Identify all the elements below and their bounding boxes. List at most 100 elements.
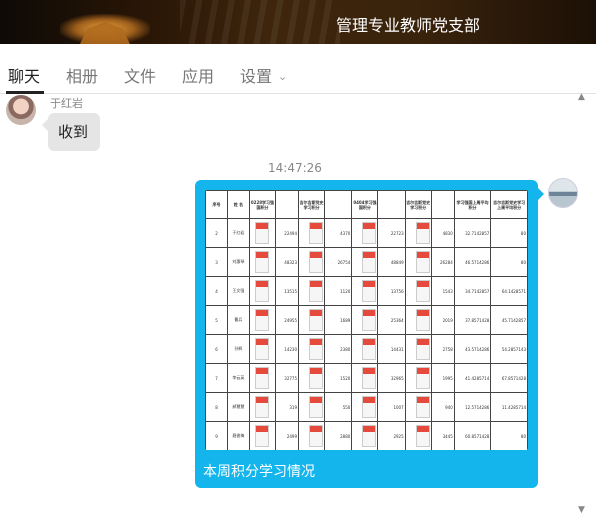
table-cell [248,247,277,277]
tab-files[interactable]: 文件 [124,63,156,87]
table-cell: 1543 [430,276,455,306]
table-cell: 2758 [430,334,455,364]
table-header-cell: 姓 名 [226,190,250,219]
table-cell [351,392,379,422]
group-banner: 管理专业教师党支部 [0,0,596,44]
table-cell [248,218,277,248]
screenshot-thumbnail [362,308,377,331]
table-cell: 80 [490,421,528,450]
table-cell: 聂俊梅 [226,421,250,450]
screenshot-thumbnail [309,366,324,389]
table-cell [248,392,277,422]
table-cell [298,421,326,450]
table-cell: 1520 [324,363,353,393]
table-cell: 64.1428571 [490,276,528,306]
screenshot-thumbnail [309,395,324,418]
table-header-cell: 吉尔吉斯党史学习积分 [298,190,326,219]
screenshot-thumbnail [255,424,270,447]
tab-settings[interactable]: 设置 ⌄ [240,63,287,87]
table-cell [351,247,379,277]
table-cell: 32.7142857 [453,218,492,248]
table-cell [351,305,379,335]
sender-name: 于红岩 [50,97,83,110]
table-cell [404,421,432,450]
screenshot-thumbnail [309,221,324,244]
table-cell: 940 [430,392,455,422]
tab-album[interactable]: 相册 [66,63,98,87]
message-timestamp: 14:47:26 [268,161,322,175]
screenshot-thumbnail [415,279,430,302]
group-title: 管理专业教师党支部 [336,16,481,35]
table-cell: 4 [205,276,228,306]
table-cell: 2880 [324,421,353,450]
table-cell: 4830 [430,218,455,248]
table-cell: 2 [205,218,228,248]
table-header-cell: 吉尔吉斯党史学习积分 [404,190,432,219]
table-cell [404,392,432,422]
screenshot-thumbnail [255,279,270,302]
avatar[interactable] [548,178,578,208]
table-cell: 46.5714286 [453,247,492,277]
table-cell: 12.5714286 [453,392,492,422]
screenshot-thumbnail [415,337,430,360]
table-cell [404,218,432,248]
table-cell: 2925 [377,421,406,450]
table-row: 7 李云英 32775 1520 32965 1995 41.4285714 67.85714… [205,363,528,393]
table-cell: 9 [205,421,228,450]
screenshot-thumbnail [415,366,430,389]
scroll-up-icon[interactable]: ▲ [578,92,585,102]
table-cell: 14431 [377,334,406,364]
table-cell: 13515 [275,276,300,306]
table-cell: 李云英 [226,363,250,393]
table-cell [351,421,379,450]
screenshot-thumbnail [309,424,324,447]
table-header-cell [377,190,406,219]
image-caption: 本周积分学习情况 [203,464,315,480]
screenshot-thumbnail [362,279,377,302]
table-cell: 7 [205,363,228,393]
screenshot-thumbnail [415,221,430,244]
image-message-bubble[interactable]: 序号姓 名 0228学习强国积分 吉尔吉斯党史学习积分 0404学习强国积分 吉尔吉斯党… [195,180,544,488]
table-row: 8 郝慧慧 319 550 1007 940 12.5714286 11.4285714 [205,392,528,422]
screenshot-thumbnail [362,424,377,447]
table-cell [298,305,326,335]
screenshot-thumbnail [415,308,430,331]
table-cell: 54.2857143 [490,334,528,364]
table-cell: 43.5714286 [453,334,492,364]
table-row: 2 于红岩 22494 4370 22723 4830 32.7142857 80 [205,218,528,248]
table-cell: 王文强 [226,276,250,306]
table-row: 4 王文强 13515 1120 13756 1543 34.7142857 64.14285… [205,276,528,306]
screenshot-thumbnail [309,337,324,360]
table-cell: 13756 [377,276,406,306]
table-cell: 6 [205,334,228,364]
screenshot-thumbnail [362,250,377,273]
screenshot-thumbnail [255,221,270,244]
table-header-cell: 0404学习强国积分 [351,190,379,219]
screenshot-thumbnail [255,250,270,273]
table-header-cell: 学习强国上周平均积分 [453,190,492,219]
screenshot-thumbnail [362,395,377,418]
table-header-cell [430,190,455,219]
table-header-cell: 吉尔吉斯党史学习上周平均积分 [490,190,528,219]
table-cell [298,334,326,364]
scroll-down-icon[interactable]: ▼ [578,505,585,515]
message-bubble[interactable]: 收到 [42,113,100,151]
table-cell: 1007 [377,392,406,422]
table-cell [298,218,326,248]
tab-apps[interactable]: 应用 [182,63,214,87]
table-row: 9 聂俊梅 2499 2880 2925 3445 60.8571428 80 [205,421,528,450]
table-cell [351,334,379,364]
avatar[interactable] [6,95,36,125]
table-cell: 1120 [324,276,353,306]
active-tab-indicator [6,91,44,94]
table-cell [351,363,379,393]
screenshot-thumbnail [415,395,430,418]
table-cell [404,276,432,306]
tab-chat[interactable]: 聊天 [8,63,40,87]
table-cell: 37.8571428 [453,305,492,335]
screenshot-thumbnail [309,250,324,273]
screenshot-thumbnail [362,337,377,360]
table-cell: 刘惠琴 [226,247,250,277]
table-cell: 48323 [275,247,300,277]
spreadsheet-image[interactable]: 序号姓 名 0228学习强国积分 吉尔吉斯党史学习积分 0404学习强国积分 吉尔吉斯党… [205,190,528,450]
